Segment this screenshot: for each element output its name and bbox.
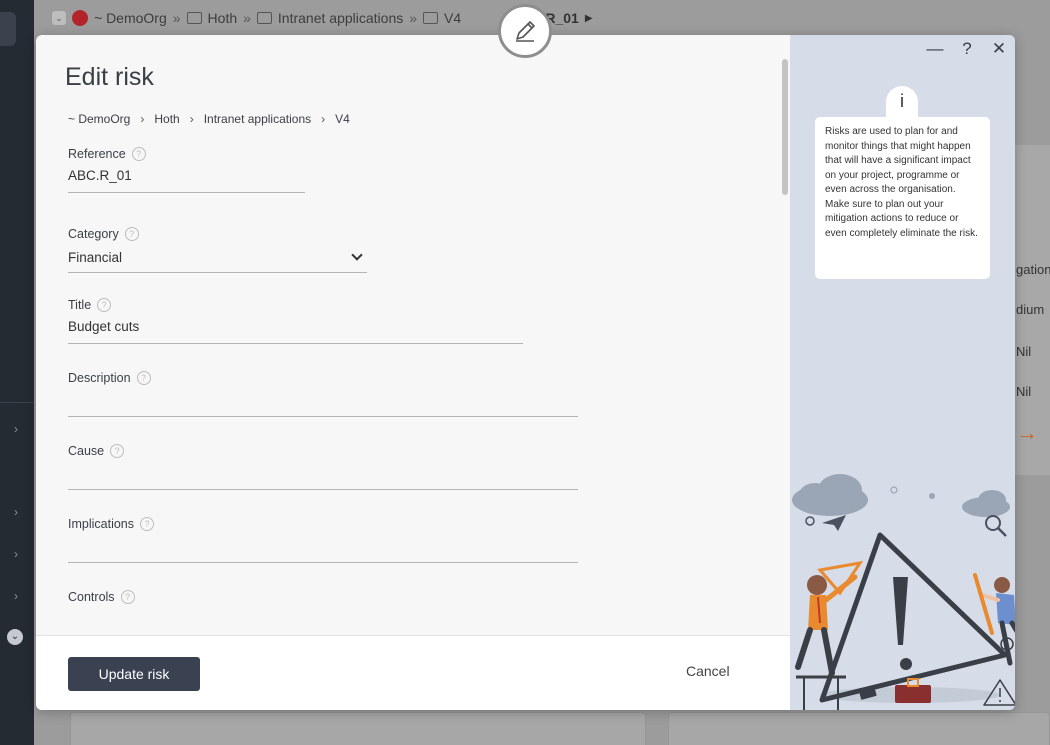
- help-icon[interactable]: ?: [124, 227, 139, 241]
- title-label: Title: [68, 298, 92, 312]
- warning-triangle-icon: [819, 532, 1008, 703]
- close-icon[interactable]: ✕: [989, 39, 1009, 59]
- sidebar-collapse-icon[interactable]: ⌄: [7, 629, 23, 645]
- book-icon: [186, 12, 202, 24]
- breadcrumb-item[interactable]: Intranet applications: [278, 10, 403, 26]
- dialog-footer: Update risk Cancel: [36, 635, 790, 710]
- help-icon[interactable]: ?: [957, 39, 977, 59]
- cloud-icon: [962, 490, 1010, 517]
- sidebar-expand-icon[interactable]: ›: [9, 422, 23, 436]
- edit-risk-dialog: Edit risk ~ DemoOrg › Hoth › Intranet ap…: [36, 35, 1015, 710]
- breadcrumb-separator: »: [172, 10, 181, 26]
- info-text: Risks are used to plan for and monitor t…: [815, 117, 990, 279]
- implications-input[interactable]: [68, 538, 578, 556]
- cause-field: Cause?: [68, 444, 578, 490]
- breadcrumb-item[interactable]: Intranet applications: [204, 112, 311, 126]
- reference-label: Reference: [68, 147, 126, 161]
- sidebar-toggle[interactable]: [0, 12, 16, 46]
- bg-card: [668, 712, 1050, 745]
- field-underline: [68, 562, 578, 563]
- help-icon[interactable]: ?: [131, 147, 146, 161]
- dialog-breadcrumb: ~ DemoOrg › Hoth › Intranet applications…: [68, 112, 350, 126]
- category-label: Category: [68, 227, 119, 241]
- title-field: Title? Budget cuts: [68, 298, 523, 344]
- breadcrumb-separator: ›: [321, 112, 326, 126]
- implications-label: Implications: [68, 517, 134, 531]
- table-cell: gation: [1016, 262, 1050, 277]
- field-underline: [68, 272, 367, 273]
- cause-label: Cause: [68, 444, 105, 458]
- help-icon[interactable]: ?: [140, 517, 154, 531]
- help-side-panel: — ? ✕ i Risks are used to plan for and m…: [790, 35, 1015, 710]
- help-icon[interactable]: ?: [110, 444, 125, 458]
- arrow-right-icon[interactable]: →: [1016, 420, 1038, 446]
- sidebar-expand-icon[interactable]: ›: [9, 589, 23, 603]
- cloud-icon: [792, 474, 868, 516]
- field-underline: [68, 416, 578, 417]
- field-underline: [68, 489, 578, 490]
- paper-plane-icon: [822, 515, 846, 531]
- implications-field: Implications?: [68, 517, 578, 563]
- controls-field: Controls?: [68, 590, 578, 635]
- dialog-title: Edit risk: [65, 63, 154, 91]
- chevron-down-icon: [351, 249, 363, 261]
- breadcrumb-separator: ›: [140, 112, 145, 126]
- reference-input[interactable]: ABC.R_01: [68, 168, 305, 186]
- toolbox-icon: [895, 685, 931, 703]
- category-select[interactable]: Financial: [68, 248, 367, 266]
- help-icon[interactable]: ?: [136, 371, 151, 385]
- cancel-button[interactable]: Cancel: [686, 663, 730, 679]
- category-value: Financial: [68, 249, 123, 265]
- caret-right-icon[interactable]: ▶: [585, 13, 593, 24]
- controls-label: Controls: [68, 590, 115, 604]
- book-icon: [256, 12, 272, 24]
- table-cell: Nil: [1016, 344, 1032, 359]
- category-field: Category? Financial: [68, 227, 367, 273]
- breadcrumb-item[interactable]: V4: [335, 112, 350, 126]
- bg-card: [70, 712, 646, 745]
- scrollbar-thumb[interactable]: [782, 59, 788, 195]
- reference-field: Reference? ABC.R_01: [68, 147, 305, 193]
- field-underline: [68, 192, 305, 193]
- breadcrumb-separator: ›: [189, 112, 194, 126]
- window-controls: — ? ✕: [925, 39, 1009, 59]
- field-underline: [68, 343, 523, 344]
- minimize-icon[interactable]: —: [925, 39, 945, 59]
- dialog-form-area: Edit risk ~ DemoOrg › Hoth › Intranet ap…: [36, 35, 790, 635]
- app-sidebar: › › › › ⌄: [0, 0, 34, 745]
- sidebar-expand-icon[interactable]: ›: [9, 505, 23, 519]
- update-risk-button[interactable]: Update risk: [68, 657, 200, 691]
- description-label: Description: [68, 371, 131, 385]
- controls-input[interactable]: [68, 611, 578, 629]
- breadcrumb-item[interactable]: Hoth: [208, 10, 238, 26]
- description-input[interactable]: [68, 392, 578, 410]
- chevron-down-icon[interactable]: ⌄: [52, 11, 66, 25]
- search-icon: [805, 516, 815, 526]
- breadcrumb-item[interactable]: Hoth: [154, 112, 179, 126]
- description-field: Description?: [68, 371, 578, 417]
- help-icon[interactable]: ?: [97, 298, 112, 312]
- cause-input[interactable]: [68, 465, 578, 483]
- sidebar-expand-icon[interactable]: ›: [9, 547, 23, 561]
- breadcrumb-item[interactable]: ~ DemoOrg: [94, 10, 167, 26]
- table-cell: dium: [1016, 302, 1045, 317]
- table-cell: Nil: [1016, 384, 1032, 399]
- breadcrumb-item[interactable]: V4: [444, 10, 461, 26]
- breadcrumb-item[interactable]: ~ DemoOrg: [68, 112, 130, 126]
- title-input[interactable]: Budget cuts: [68, 319, 523, 337]
- help-icon[interactable]: ?: [120, 590, 135, 604]
- edit-pencil-icon: [498, 4, 552, 58]
- breadcrumb-separator: »: [243, 10, 251, 26]
- search-icon: [985, 515, 1001, 531]
- sidebar-divider: [0, 402, 34, 403]
- breadcrumb-separator: »: [409, 10, 418, 26]
- org-logo-icon: [72, 10, 88, 26]
- window-icon: [423, 12, 439, 24]
- risk-illustration: [792, 474, 1015, 710]
